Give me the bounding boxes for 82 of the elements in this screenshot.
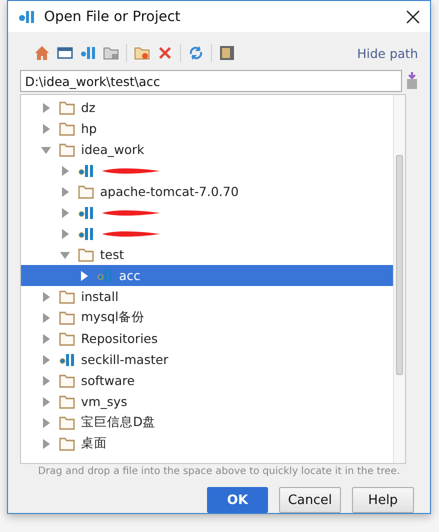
item-name: hp: [81, 121, 97, 136]
item-name: 宝巨信息D盘: [81, 414, 156, 431]
collapsed-arrow-icon[interactable]: [41, 354, 51, 364]
path-field[interactable]: D:\idea_work\test\acc: [20, 70, 402, 92]
collapsed-arrow-icon[interactable]: [41, 312, 51, 322]
hide-path-link[interactable]: Hide path: [357, 46, 418, 60]
project-icon: [97, 268, 113, 282]
project-icon[interactable]: [80, 45, 96, 61]
tree-item[interactable]: mysql备份: [21, 307, 393, 328]
tree-item[interactable]: apache-tomcat-7.0.70: [21, 181, 393, 202]
tree-item[interactable]: acc: [21, 265, 393, 286]
item-name: install: [81, 289, 118, 304]
collapsed-arrow-icon[interactable]: [41, 334, 51, 344]
item-name: vm_sys: [81, 394, 128, 409]
tree-item[interactable]: seckill-master: [21, 349, 393, 370]
item-name: 桌面: [81, 435, 107, 452]
window-icon[interactable]: [57, 45, 73, 61]
collapsed-arrow-icon[interactable]: [41, 376, 51, 386]
project-icon: [78, 164, 94, 178]
collapsed-arrow-icon[interactable]: [60, 166, 70, 176]
collapsed-arrow-icon[interactable]: [60, 208, 70, 218]
folder-icon: [59, 394, 75, 408]
app-logo-icon: [18, 8, 36, 24]
tree-item[interactable]: install: [21, 286, 393, 307]
close-icon[interactable]: [406, 10, 420, 24]
folder-icon: [59, 332, 75, 346]
refresh-icon[interactable]: [188, 45, 204, 61]
help-button[interactable]: Help: [352, 487, 414, 513]
tree-item[interactable]: hp: [21, 118, 393, 139]
collapsed-arrow-icon[interactable]: [41, 124, 51, 134]
tree-item[interactable]: software: [21, 370, 393, 391]
item-name: software: [81, 373, 135, 388]
item-name: acc: [119, 268, 140, 283]
tree-item[interactable]: 宝巨信息D盘: [21, 412, 393, 433]
window-title: Open File or Project: [44, 8, 182, 24]
item-name: mysql备份: [81, 309, 144, 326]
folder-icon: [59, 122, 75, 136]
folder-icon: [78, 248, 94, 262]
item-name: apache-tomcat-7.0.70: [100, 184, 239, 199]
folder-icon: [59, 374, 75, 388]
collapsed-arrow-icon[interactable]: [41, 102, 51, 112]
tree-item[interactable]: 桌面: [21, 433, 393, 454]
tree-item[interactable]: test: [21, 244, 393, 265]
collapsed-arrow-icon[interactable]: [41, 396, 51, 406]
folder-icon: [59, 436, 75, 450]
collapsed-arrow-icon[interactable]: [41, 292, 51, 302]
delete-icon[interactable]: [157, 45, 173, 61]
project-icon: [59, 352, 75, 366]
scrollbar-thumb[interactable]: [396, 155, 403, 375]
tree-item[interactable]: dz: [21, 97, 393, 118]
show-hidden-icon[interactable]: [219, 45, 235, 61]
item-name: dz: [81, 100, 96, 115]
collapsed-arrow-icon[interactable]: [60, 186, 70, 196]
folder-icon: [59, 310, 75, 324]
collapsed-arrow-icon[interactable]: [79, 270, 89, 280]
tree-item[interactable]: vm_sys: [21, 391, 393, 412]
ok-button[interactable]: OK: [207, 487, 268, 513]
collapsed-arrow-icon[interactable]: [60, 228, 70, 238]
home-icon[interactable]: [34, 45, 50, 61]
clipboard-arrow-icon[interactable]: [406, 72, 418, 90]
item-name: Repositories: [81, 331, 158, 346]
project-icon: [78, 206, 94, 220]
folder-icon: [59, 416, 75, 430]
item-name: idea_work: [81, 142, 144, 157]
item-name: test: [100, 247, 124, 262]
project-icon: [78, 226, 94, 240]
folder-icon: [59, 142, 75, 156]
cancel-button[interactable]: Cancel: [279, 487, 341, 513]
tree-item[interactable]: Repositories: [21, 328, 393, 349]
collapsed-arrow-icon[interactable]: [41, 438, 51, 448]
collapsed-arrow-icon[interactable]: [41, 418, 51, 428]
expanded-arrow-icon[interactable]: [60, 250, 70, 260]
folder-icon: [59, 290, 75, 304]
new-folder-icon[interactable]: [134, 45, 150, 61]
item-name: seckill-master: [81, 352, 168, 367]
expanded-arrow-icon[interactable]: [41, 144, 51, 154]
tree-item[interactable]: idea_work: [21, 139, 393, 160]
hint-text: Drag and drop a file into the space above to quickly locate it in the tree.: [36, 466, 402, 477]
folder-icon: [59, 100, 75, 114]
folder-icon: [78, 184, 94, 198]
scrollbar[interactable]: [393, 95, 405, 463]
folder-icon[interactable]: [103, 45, 119, 61]
